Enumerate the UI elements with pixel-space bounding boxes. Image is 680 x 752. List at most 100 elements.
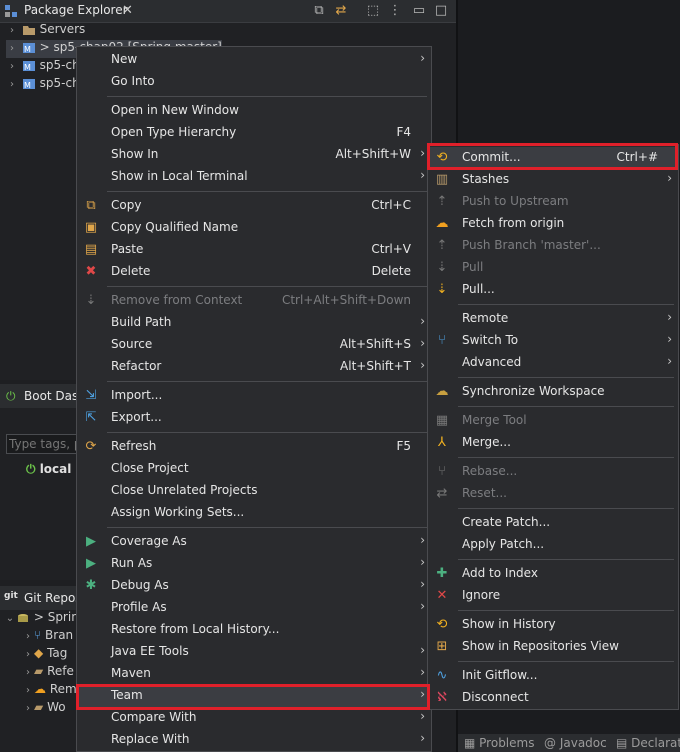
menu-item-show-in-repositories-view[interactable]: ⊞ Show in Repositories View <box>428 636 678 658</box>
chevron-right-icon[interactable]: › <box>6 61 18 72</box>
menu-item-team[interactable]: Team › <box>77 685 431 707</box>
menu-item-paste[interactable]: ▤ Paste Ctrl+V <box>77 239 431 261</box>
menu-item-label: Init Gitflow... <box>462 668 538 682</box>
menu-item-switch-to[interactable]: ⑂ Switch To › <box>428 330 678 352</box>
menu-item-remote[interactable]: Remote › <box>428 308 678 330</box>
menu-item-merge[interactable]: ⅄ Merge... <box>428 432 678 454</box>
menu-item-apply-patch[interactable]: Apply Patch... <box>428 534 678 556</box>
tab-javadoc[interactable]: @ Javadoc <box>544 736 607 750</box>
chevron-right-icon: › <box>420 358 425 372</box>
menu-item-label: Pull <box>462 260 484 274</box>
context-menu: New › Go Into Open in New Window Open Type H… <box>76 46 432 752</box>
tab-problems[interactable]: ▦ Problems <box>464 736 534 750</box>
menu-item-ignore[interactable]: ✕ Ignore <box>428 585 678 607</box>
history-icon: ⟲ <box>436 617 448 632</box>
menu-item-disconnect[interactable]: ℵ Disconnect <box>428 687 678 709</box>
fetch-icon: ☁ <box>435 216 449 231</box>
menu-item-copy[interactable]: ⧉ Copy Ctrl+C <box>77 195 431 217</box>
git-tree-remotes[interactable]: › ☁ Rem <box>22 682 77 700</box>
menu-item-label: Go Into <box>111 74 155 88</box>
chevron-right-icon[interactable]: › <box>6 25 18 36</box>
chevron-right-icon[interactable]: › <box>22 631 34 642</box>
menu-item-delete[interactable]: ✖ Delete Delete <box>77 261 431 283</box>
menu-item-show-in-local-terminal[interactable]: Show in Local Terminal › <box>77 166 431 188</box>
menu-item-open-type-hierarchy[interactable]: Open Type Hierarchy F4 <box>77 122 431 144</box>
menu-item-synchronize-workspace[interactable]: ☁ Synchronize Workspace <box>428 381 678 403</box>
menu-item-refresh[interactable]: ⟳ Refresh F5 <box>77 436 431 458</box>
push-upstream-icon: ⇡ <box>436 194 448 209</box>
git-repositories-tab-title[interactable]: Git Repos <box>24 591 82 605</box>
menu-item-assign-working-sets[interactable]: Assign Working Sets... <box>77 502 431 524</box>
chevron-right-icon[interactable]: › <box>22 703 34 714</box>
chevron-right-icon: › <box>420 168 425 182</box>
link-with-editor-icon[interactable]: ⇄ <box>334 4 348 18</box>
menu-item-stashes[interactable]: ▥ Stashes › <box>428 169 678 191</box>
git-tree-tags[interactable]: › ◆ Tag <box>22 646 67 664</box>
menu-separator <box>107 191 427 192</box>
minimize-icon[interactable]: ▭ <box>412 4 426 18</box>
menu-separator <box>458 559 674 560</box>
svg-text:M: M <box>24 81 31 90</box>
menu-item-copy-qualified-name[interactable]: ▣ Copy Qualified Name <box>77 217 431 239</box>
tree-item-project[interactable]: › M sp5-ch <box>6 76 80 94</box>
menu-item-commit[interactable]: ⟲ Commit... Ctrl+# <box>428 147 678 169</box>
menu-item-new[interactable]: New › <box>77 49 431 71</box>
package-explorer-tab-title[interactable]: Package Explorer <box>24 3 128 17</box>
menu-item-create-patch[interactable]: Create Patch... <box>428 512 678 534</box>
menu-item-source[interactable]: Source Alt+Shift+S › <box>77 334 431 356</box>
menu-item-restore-from-local-history[interactable]: Restore from Local History... <box>77 619 431 641</box>
menu-item-run-as[interactable]: ▶ Run As › <box>77 553 431 575</box>
chevron-right-icon[interactable]: › <box>22 685 34 696</box>
menu-item-shortcut: F4 <box>396 125 411 139</box>
menu-item-init-gitflow[interactable]: ∿ Init Gitflow... <box>428 665 678 687</box>
tree-item-project[interactable]: › M sp5-ch <box>6 58 80 76</box>
chevron-right-icon[interactable]: › <box>6 43 18 54</box>
menu-item-label: Show in Local Terminal <box>111 169 248 183</box>
menu-item-replace-with[interactable]: Replace With › <box>77 729 431 751</box>
menu-item-show-in[interactable]: Show In Alt+Shift+W › <box>77 144 431 166</box>
coverage-icon: ▶ <box>86 534 96 549</box>
tab-declaration[interactable]: ▤ Declarat <box>616 736 680 750</box>
git-tree-working-tree[interactable]: › ▰ Wo <box>22 700 66 718</box>
menu-item-label: Profile As <box>111 600 167 614</box>
menu-item-debug-as[interactable]: ✱ Debug As › <box>77 575 431 597</box>
menu-item-close-project[interactable]: Close Project <box>77 458 431 480</box>
menu-item-refactor[interactable]: Refactor Alt+Shift+T › <box>77 356 431 378</box>
menu-item-add-to-index[interactable]: ✚ Add to Index <box>428 563 678 585</box>
menu-item-label: Assign Working Sets... <box>111 505 245 519</box>
chevron-right-icon: › <box>667 171 672 185</box>
menu-item-import[interactable]: ⇲ Import... <box>77 385 431 407</box>
menu-item-close-unrelated-projects[interactable]: Close Unrelated Projects <box>77 480 431 502</box>
menu-item-open-in-new-window[interactable]: Open in New Window <box>77 100 431 122</box>
menu-item-compare-with[interactable]: Compare With › <box>77 707 431 729</box>
git-tree-repo[interactable]: ⌄ > Sprin <box>4 610 79 628</box>
collapse-all-icon[interactable]: ⧉ <box>312 4 326 18</box>
menu-item-java-ee-tools[interactable]: Java EE Tools › <box>77 641 431 663</box>
menu-item-profile-as[interactable]: Profile As › <box>77 597 431 619</box>
boot-dash-local-item[interactable]: ⏻ local <box>26 462 71 477</box>
menu-item-advanced[interactable]: Advanced › <box>428 352 678 374</box>
menu-item-label: Merge Tool <box>462 413 527 427</box>
menu-item-fetch-from-origin[interactable]: ☁ Fetch from origin <box>428 213 678 235</box>
chevron-down-icon[interactable]: ⌄ <box>4 613 16 624</box>
menu-item-coverage-as[interactable]: ▶ Coverage As › <box>77 531 431 553</box>
menu-item-show-in-history[interactable]: ⟲ Show in History <box>428 614 678 636</box>
menu-item-build-path[interactable]: Build Path › <box>77 312 431 334</box>
bottom-tabbar: ▦ Problems @ Javadoc ▤ Declarat <box>458 734 680 752</box>
menu-item-export[interactable]: ⇱ Export... <box>77 407 431 429</box>
chevron-right-icon[interactable]: › <box>22 649 34 660</box>
maximize-icon[interactable]: □ <box>434 4 448 18</box>
git-tree-references[interactable]: › ▰ Refe <box>22 664 74 682</box>
focus-icon[interactable]: ⬚ <box>366 4 380 18</box>
chevron-right-icon[interactable]: › <box>22 667 34 678</box>
menu-item-label: Switch To <box>462 333 519 347</box>
git-tree-branches[interactable]: › ⑂ Bran <box>22 628 73 646</box>
tree-item-servers[interactable]: › Servers <box>6 22 85 40</box>
menu-item-go-into[interactable]: Go Into <box>77 71 431 93</box>
menu-item-pull[interactable]: ⇣ Pull... <box>428 279 678 301</box>
close-tab-icon[interactable]: ✕ <box>122 3 133 18</box>
menu-item-maven[interactable]: Maven › <box>77 663 431 685</box>
menu-item-label: Export... <box>111 410 162 424</box>
view-menu-icon[interactable]: ⋮ <box>388 4 402 18</box>
chevron-right-icon[interactable]: › <box>6 79 18 90</box>
